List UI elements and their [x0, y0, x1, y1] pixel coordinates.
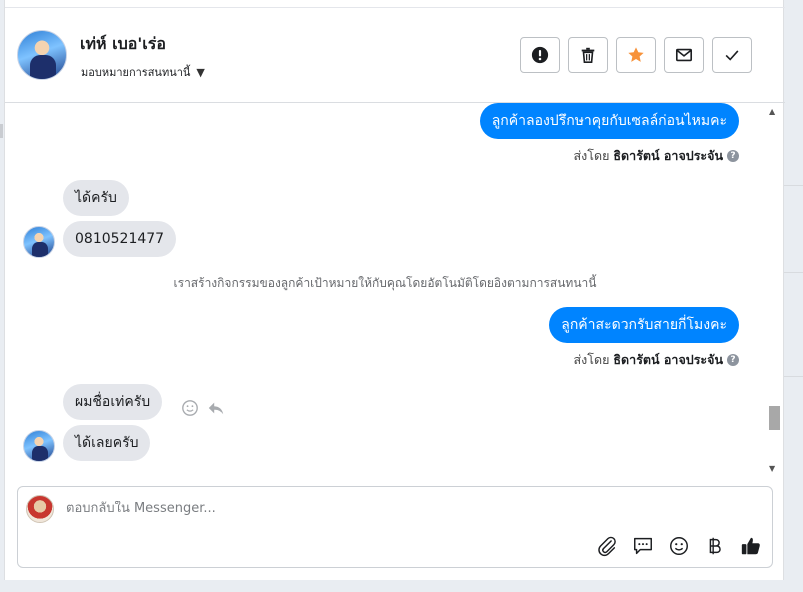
saved-reply-icon[interactable]: [632, 535, 654, 557]
incoming-message[interactable]: 0810521477: [63, 221, 177, 257]
help-icon[interactable]: ?: [727, 354, 739, 366]
mark-done-button[interactable]: [712, 37, 752, 73]
delete-button[interactable]: [568, 37, 608, 73]
mark-unread-button[interactable]: [664, 37, 704, 73]
reply-input[interactable]: [66, 501, 666, 516]
caret-down-icon: ▼: [196, 65, 205, 79]
help-icon[interactable]: ?: [727, 150, 739, 162]
header-actions: [520, 37, 752, 73]
envelope-icon: [675, 48, 693, 62]
conversation-panel: เท่ห์ เบอ'เร่อ มอบหมายการสนทนานี้ ▼ ลูกค…: [4, 0, 785, 580]
check-icon: [725, 50, 739, 61]
emoji-icon[interactable]: [668, 535, 690, 557]
sent-by-prefix: ส่งโดย: [573, 148, 610, 163]
thumbs-up-icon[interactable]: [740, 535, 762, 557]
star-icon: [628, 47, 644, 62]
incoming-message[interactable]: ผมชื่อเท่ครับ: [63, 384, 163, 420]
top-strip: [5, 0, 785, 8]
exclamation-icon: [531, 46, 549, 64]
sent-by-label: ส่งโดย ธิดารัตน์ อาจประจัน ?: [574, 146, 739, 166]
sent-by-name: ธิดารัตน์ อาจประจัน: [613, 148, 723, 163]
system-note: เราสร้างกิจกรรมของลูกค้าเป้าหมายให้กับคุ…: [173, 276, 597, 290]
outgoing-message[interactable]: ลูกค้าสะดวกรับสายกี่โมงคะ: [549, 307, 739, 343]
scroll-thumb[interactable]: [769, 406, 780, 430]
mark-spam-button[interactable]: [520, 37, 560, 73]
left-edge-tab: [0, 124, 3, 138]
conversation-header: เท่ห์ เบอ'เร่อ มอบหมายการสนทนานี้ ▼: [5, 8, 785, 103]
side-divider: [784, 272, 803, 273]
sent-by-prefix: ส่งโดย: [573, 352, 610, 367]
reply-composer: [17, 486, 773, 568]
trash-icon: [581, 47, 595, 64]
baht-payment-icon[interactable]: [704, 535, 726, 557]
scroll-down-arrow-icon[interactable]: ▼: [769, 464, 775, 473]
attachment-icon[interactable]: [596, 535, 618, 557]
smiley-icon[interactable]: [181, 399, 199, 417]
sent-by-name: ธิดารัตน์ อาจประจัน: [613, 352, 723, 367]
contact-avatar-small: [23, 430, 55, 462]
star-button[interactable]: [616, 37, 656, 73]
side-divider: [784, 376, 803, 377]
contact-name[interactable]: เท่ห์ เบอ'เร่อ: [80, 32, 166, 57]
sent-by-label: ส่งโดย ธิดารัตน์ อาจประจัน ?: [574, 350, 739, 370]
outgoing-message[interactable]: ลูกค้าลองปรึกษาคุยกับเซลล์ก่อนไหมคะ: [479, 103, 739, 139]
assign-label: มอบหมายการสนทนานี้: [81, 66, 191, 79]
incoming-message[interactable]: ได้เลยครับ: [63, 425, 151, 461]
reply-icon[interactable]: [207, 399, 225, 417]
assign-conversation-dropdown[interactable]: มอบหมายการสนทนานี้ ▼: [81, 63, 205, 81]
page-avatar: [26, 495, 54, 523]
contact-avatar[interactable]: [17, 30, 67, 80]
scroll-up-arrow-icon[interactable]: ▲: [769, 107, 775, 116]
composer-tools: [596, 535, 762, 557]
contact-avatar-small: [23, 226, 55, 258]
message-scrollbar[interactable]: ▲ ▼: [767, 103, 781, 475]
message-tools: [181, 399, 225, 417]
incoming-message[interactable]: ได้ครับ: [63, 180, 129, 216]
side-divider: [784, 185, 803, 186]
message-list[interactable]: ลูกค้าลองปรึกษาคุยกับเซลล์ก่อนไหมคะ ส่งโ…: [5, 103, 785, 475]
